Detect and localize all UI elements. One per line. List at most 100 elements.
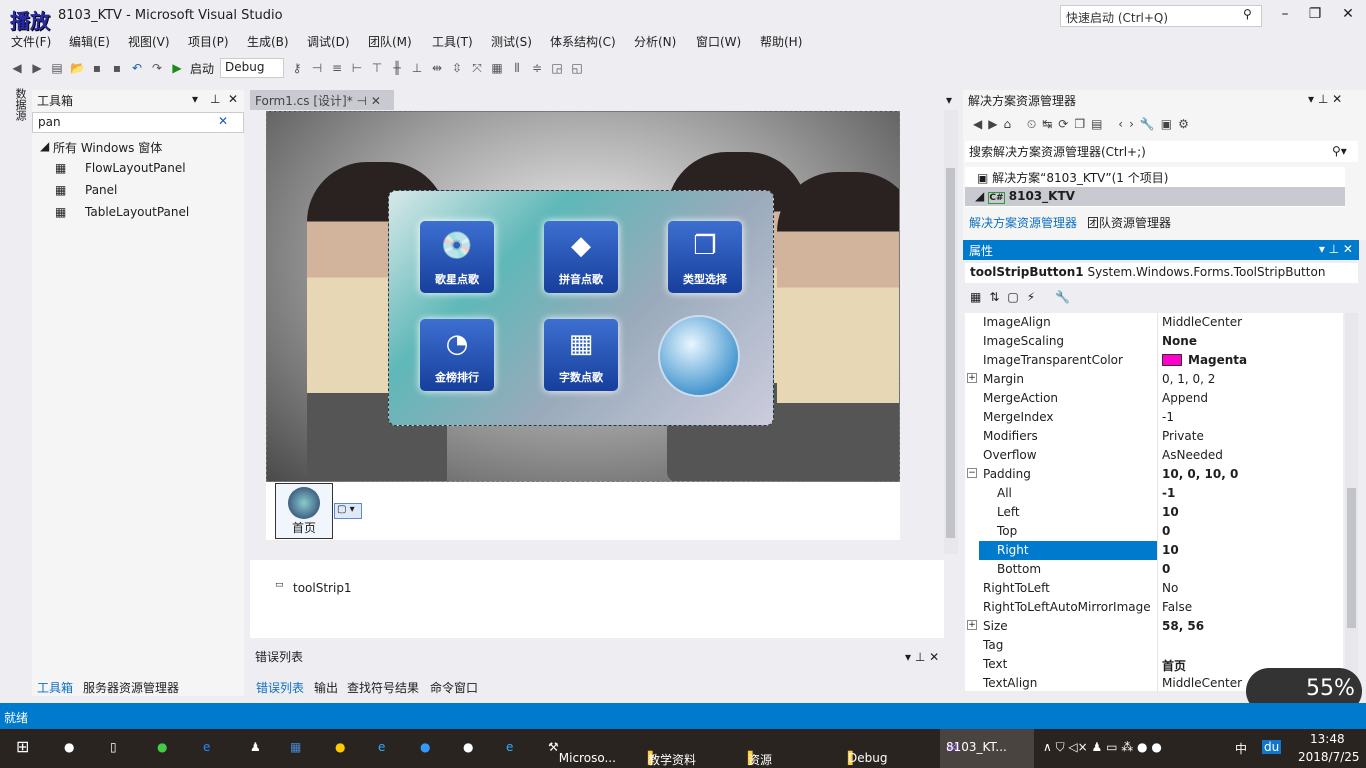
ranking-button[interactable]: ◔ 金榜排行	[420, 319, 494, 391]
tab-dropdown-icon[interactable]: ▾	[946, 93, 952, 107]
taskbar-item-active[interactable]: ⋈ 8103_KT...	[940, 729, 1034, 768]
same-size-icon[interactable]: ⤧	[470, 61, 484, 75]
property-value[interactable]: AsNeeded	[1162, 448, 1223, 462]
undo-icon[interactable]: ↶	[130, 61, 144, 75]
dropdown-icon[interactable]: ▾ ⊥ ✕	[905, 650, 939, 664]
menu-tools[interactable]: 工具(T)	[432, 33, 473, 50]
grid-icon[interactable]: ▦	[490, 61, 504, 75]
property-row[interactable]: Bottom 0	[965, 560, 1343, 579]
side-tab-datasources[interactable]: 数据源	[10, 88, 28, 128]
vspace-icon[interactable]: ≑	[530, 61, 544, 75]
menu-architecture[interactable]: 体系结构(C)	[550, 33, 616, 50]
property-value[interactable]: 首页	[1162, 657, 1186, 674]
tab-form1-design[interactable]: Form1.cs [设计]* ⊣ ✕	[250, 90, 394, 110]
feather-icon[interactable]: ●	[420, 740, 430, 754]
property-value[interactable]: 10	[1162, 543, 1179, 557]
property-value[interactable]: MiddleCenter	[1162, 676, 1242, 690]
menu-window[interactable]: 窗口(W)	[696, 33, 741, 50]
clock-time[interactable]: 13:48	[1310, 732, 1345, 746]
property-row[interactable]: ImageAlign MiddleCenter	[965, 313, 1343, 332]
save-icon[interactable]: ▪	[90, 61, 104, 75]
hspace-icon[interactable]: ⫴	[510, 61, 524, 75]
property-value[interactable]: 10	[1162, 505, 1179, 519]
singer-button[interactable]: 💿 歌星点歌	[420, 221, 494, 293]
close-button[interactable]: ✕	[1333, 6, 1363, 22]
pinyin-button[interactable]: ◆ 拼音点歌	[544, 221, 618, 293]
new-project-icon[interactable]: ▤	[50, 61, 64, 75]
property-grid[interactable]: ImageAlign MiddleCenter ImageScaling None Im…	[965, 313, 1343, 691]
edge-icon[interactable]: e	[203, 740, 210, 754]
property-row[interactable]: Top 0	[965, 522, 1343, 541]
property-value[interactable]: 0	[1162, 524, 1170, 538]
expand-icon[interactable]: +	[967, 620, 977, 630]
menu-team[interactable]: 团队(M)	[368, 33, 412, 50]
panel-controls-icon[interactable]: ▾ ⊥ ✕	[1308, 92, 1342, 106]
menu-analyze[interactable]: 分析(N)	[634, 33, 676, 50]
clock-date[interactable]: 2018/7/25	[1298, 750, 1360, 764]
align-icon[interactable]: ⊣	[310, 61, 324, 75]
toolbox-search-input[interactable]: pan	[32, 112, 244, 133]
property-value[interactable]: 0, 1, 0, 2	[1162, 372, 1215, 386]
music-icon[interactable]: ●	[335, 740, 345, 754]
tray-icons[interactable]: ∧ ⛉ ◁× ♟ ▭ ⁂ ● ●	[1043, 740, 1162, 755]
back-icon[interactable]: ◀	[10, 61, 24, 75]
close-icon[interactable]: ✕	[371, 94, 381, 108]
wechat-icon[interactable]: ●	[157, 740, 167, 754]
qq-icon[interactable]: ♟	[250, 740, 261, 754]
menu-project[interactable]: 项目(P)	[188, 33, 229, 50]
property-row[interactable]: + Margin 0, 1, 0, 2	[965, 370, 1343, 389]
quick-launch-input[interactable]: 快速启动 (Ctrl+Q)	[1060, 5, 1262, 27]
solution-toolbar[interactable]: ◀▶⌂ ⏲↹⟳❐▤ ‹›🔧▣⚙	[973, 117, 1195, 132]
menu-edit[interactable]: 编辑(E)	[69, 33, 110, 50]
align-bottom-icon[interactable]: ⊥	[410, 61, 424, 75]
toolbox-item[interactable]: FlowLayoutPanel	[85, 161, 186, 175]
property-value[interactable]: Private	[1162, 429, 1204, 443]
scrollbar-thumb[interactable]	[946, 168, 955, 538]
baidu-icon[interactable]: du	[1262, 740, 1282, 754]
play-icon[interactable]: ▶	[170, 61, 184, 75]
toolbox-item[interactable]: Panel	[85, 183, 117, 197]
send-back-icon[interactable]: ◱	[570, 61, 584, 75]
maximize-button[interactable]: ❐	[1300, 6, 1330, 22]
panel-controls-icon[interactable]: ▾ ⊥ ✕	[1319, 242, 1353, 256]
start-button[interactable]: 启动	[190, 60, 214, 77]
ime-indicator[interactable]: 中	[1235, 740, 1247, 757]
category-button[interactable]: ❐ 类型选择	[668, 221, 742, 293]
property-row[interactable]: + Size 58, 56	[965, 617, 1343, 636]
property-row[interactable]: Overflow AsNeeded	[965, 446, 1343, 465]
property-value[interactable]: 0	[1162, 562, 1170, 576]
same-height-icon[interactable]: ⇳	[450, 61, 464, 75]
tab-command-window[interactable]: 命令窗口	[430, 679, 478, 696]
ie2-icon[interactable]: e	[506, 740, 513, 754]
property-value[interactable]: 58, 56	[1162, 619, 1204, 633]
properties-scrollbar[interactable]	[1345, 313, 1358, 691]
menu-test[interactable]: 测试(S)	[491, 33, 532, 50]
tab-solution-explorer[interactable]: 解决方案资源管理器	[969, 214, 1077, 231]
tab-server-explorer[interactable]: 服务器资源管理器	[83, 679, 179, 696]
menu-help[interactable]: 帮助(H)	[760, 33, 802, 50]
object-selector[interactable]: toolStripButton1 System.Windows.Forms.To…	[965, 263, 1358, 283]
property-row[interactable]: MergeAction Append	[965, 389, 1343, 408]
find-icon[interactable]: ⚷	[290, 61, 304, 75]
bring-front-icon[interactable]: ◲	[550, 61, 564, 75]
tab-team-explorer[interactable]: 团队资源管理器	[1087, 214, 1171, 231]
property-value[interactable]: False	[1162, 600, 1192, 614]
property-row[interactable]: ImageTransparentColor Magenta	[965, 351, 1343, 370]
app-icon[interactable]: ▦	[290, 740, 301, 754]
property-value[interactable]: No	[1162, 581, 1178, 595]
project-node[interactable]: ◢ C# 8103_KTV	[965, 187, 1345, 206]
align-right-icon[interactable]: ⊢	[350, 61, 364, 75]
property-row[interactable]: Tag	[965, 636, 1343, 655]
taskbar-item[interactable]: ⚒ Microso...	[548, 740, 616, 765]
forward-icon[interactable]: ▶	[30, 61, 44, 75]
property-value[interactable]: 10, 0, 10, 0	[1162, 467, 1238, 481]
pin-icon[interactable]: ⊥	[210, 92, 220, 106]
expand-icon[interactable]: −	[967, 468, 977, 478]
save-all-icon[interactable]: ▪	[110, 61, 124, 75]
property-value[interactable]: None	[1162, 334, 1197, 348]
solution-search-input[interactable]: 搜索解决方案资源管理器(Ctrl+;)	[965, 141, 1358, 162]
properties-toolbar[interactable]: ▦⇅▢⚡ 🔧	[970, 290, 1078, 304]
pin-icon[interactable]: ⊣	[357, 94, 367, 108]
dancers-bubble-icon[interactable]	[658, 315, 740, 397]
property-value[interactable]: MiddleCenter	[1162, 315, 1242, 329]
